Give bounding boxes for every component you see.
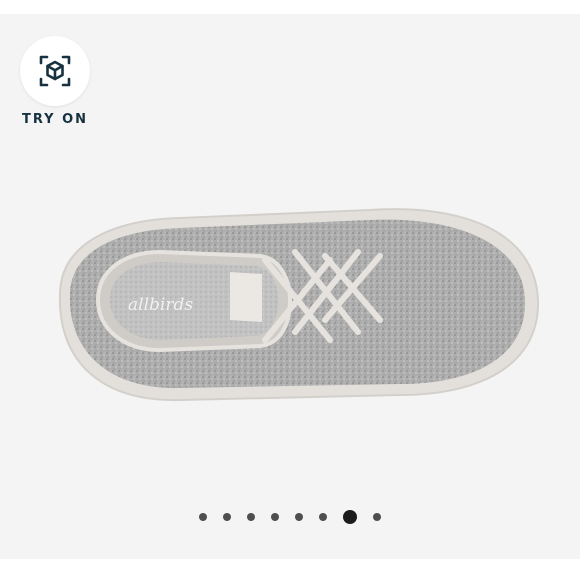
insole-logo: allbirds (128, 295, 193, 315)
carousel-dot[interactable] (373, 513, 381, 521)
carousel-dot[interactable] (295, 513, 303, 521)
tongue-label (230, 272, 262, 322)
carousel-dot[interactable] (223, 513, 231, 521)
try-on-button[interactable]: TRY ON (18, 36, 92, 127)
try-on-label: TRY ON (21, 112, 89, 127)
carousel-dot[interactable] (199, 513, 207, 521)
product-gallery: TRY ON allbirds (0, 0, 580, 580)
product-image[interactable]: allbirds (40, 190, 550, 425)
carousel-dots (0, 510, 580, 524)
carousel-dot[interactable] (271, 513, 279, 521)
ar-cube-icon (39, 55, 71, 87)
carousel-dot-active[interactable] (343, 510, 357, 524)
try-on-circle[interactable] (20, 36, 90, 106)
carousel-dot[interactable] (247, 513, 255, 521)
carousel-dot[interactable] (319, 513, 327, 521)
